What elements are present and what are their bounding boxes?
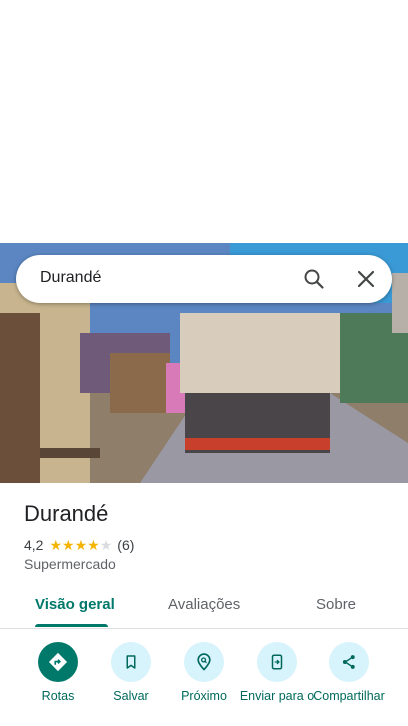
star-icon: ★ xyxy=(87,537,100,553)
rating-value: 4,2 xyxy=(24,537,44,553)
tab-about[interactable]: Sobre xyxy=(316,596,356,613)
search-bar[interactable]: Durandé xyxy=(16,255,392,303)
nearby-search-icon xyxy=(197,653,211,671)
directions-icon-circle xyxy=(38,642,78,682)
rating-row[interactable]: 4,2 ★ ★ ★ ★ ★ (6) xyxy=(24,536,134,554)
share-button[interactable]: Compartilhar xyxy=(309,642,389,704)
share-icon xyxy=(342,655,355,669)
share-icon-circle xyxy=(329,642,369,682)
nearby-icon-circle xyxy=(184,642,224,682)
tab-bar: Visão geral Avaliações Sobre xyxy=(0,584,408,629)
place-category: Supermercado xyxy=(24,556,116,572)
action-label: Compartilhar xyxy=(313,689,385,703)
star-rating: ★ ★ ★ ★ ★ xyxy=(49,538,112,552)
tab-reviews[interactable]: Avaliações xyxy=(168,596,240,613)
star-icon: ★ xyxy=(99,537,113,553)
search-icon[interactable] xyxy=(302,267,326,291)
reviews-count: (6) xyxy=(117,537,135,553)
save-icon-circle xyxy=(111,642,151,682)
active-tab-indicator xyxy=(35,624,108,627)
nearby-button[interactable]: Próximo xyxy=(164,642,244,704)
save-button[interactable]: Salvar xyxy=(91,642,171,704)
tab-overview[interactable]: Visão geral xyxy=(35,596,115,613)
action-label: Enviar para o xyxy=(239,689,315,703)
send-icon-circle xyxy=(257,642,297,682)
star-icon: ★ xyxy=(49,537,63,553)
send-to-phone-button[interactable]: Enviar para o xyxy=(237,642,317,704)
action-label: Salvar xyxy=(113,689,149,703)
send-to-phone-icon xyxy=(271,654,283,670)
action-label: Próximo xyxy=(181,689,227,703)
action-label: Rotas xyxy=(41,689,75,703)
directions-icon xyxy=(48,652,68,672)
star-icon: ★ xyxy=(74,537,88,553)
directions-button[interactable]: Rotas xyxy=(18,642,98,704)
close-icon[interactable] xyxy=(354,267,378,291)
place-title: Durandé xyxy=(24,501,109,526)
search-input[interactable]: Durandé xyxy=(40,269,101,287)
star-icon: ★ xyxy=(62,537,75,553)
bookmark-icon xyxy=(126,655,136,669)
